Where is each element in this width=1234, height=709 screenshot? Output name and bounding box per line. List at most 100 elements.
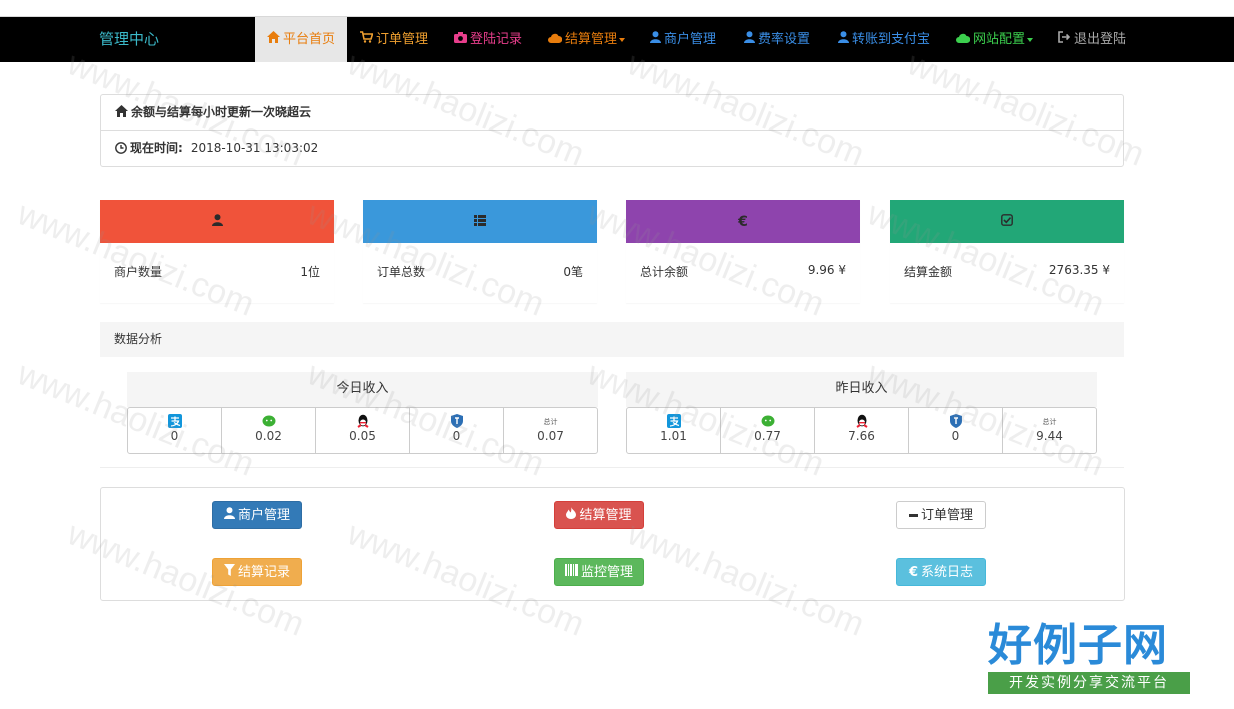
time-label: 现在时间: xyxy=(130,141,183,155)
income-value: 0.02 xyxy=(255,429,282,443)
income-cell-shield: 0 xyxy=(909,408,1003,453)
income-cell-alipay: 1.01 xyxy=(627,408,721,453)
total-label: 总计 xyxy=(543,417,558,426)
chevron-down-icon xyxy=(1027,37,1034,42)
monitor-manage-button[interactable]: 监控管理 xyxy=(554,558,644,586)
nav-item-label: 结算管理 xyxy=(565,32,618,47)
nav-item-label: 费率设置 xyxy=(758,32,811,47)
euro-icon: € xyxy=(908,565,919,580)
stat-card-header xyxy=(100,200,334,243)
clock-icon xyxy=(115,133,127,167)
stat-card-orders: 订单总数 0笔 xyxy=(363,200,597,303)
income-value: 0.05 xyxy=(349,429,376,443)
income-value: 0.77 xyxy=(754,429,781,443)
total-icon: 总计 xyxy=(1003,414,1096,428)
nav-item-label: 订单管理 xyxy=(376,32,429,47)
today-income-cells: 0 0.02 0.05 0 总计 0.07 xyxy=(127,407,598,454)
nav-item-site-config[interactable]: 网站配置 xyxy=(956,17,1034,62)
info-panel: 余额与结算每小时更新一次晓超云 现在时间: 2018-10-31 13:03:02 xyxy=(100,94,1124,167)
home-icon xyxy=(115,96,128,130)
stat-label: 结算金额 xyxy=(904,265,953,279)
nav-item-rate-settings[interactable]: 费率设置 xyxy=(744,17,810,62)
stat-value: 9.96 ¥ xyxy=(807,263,846,277)
cloud-icon xyxy=(956,17,971,62)
button-label: 监控管理 xyxy=(581,565,634,580)
income-cell-total: 总计 9.44 xyxy=(1003,408,1096,453)
stat-card-header: € xyxy=(626,200,860,243)
nav-item-orders[interactable]: 订单管理 xyxy=(360,17,428,62)
minus-icon xyxy=(908,514,918,517)
nav-item-label: 网站配置 xyxy=(973,32,1026,47)
income-value: 0.07 xyxy=(537,429,564,443)
filter-icon xyxy=(223,559,235,587)
income-cell-total: 总计 0.07 xyxy=(504,408,597,453)
list-icon xyxy=(474,214,486,230)
income-cell-wechat: 0.02 xyxy=(222,408,316,453)
nav-item-label: 退出登陆 xyxy=(1074,32,1127,47)
total-icon: 总计 xyxy=(504,414,597,428)
qq-icon xyxy=(316,414,409,428)
logout-icon xyxy=(1058,17,1071,62)
income-value: 1.01 xyxy=(660,429,687,443)
button-label: 系统日志 xyxy=(921,565,974,580)
alipay-icon xyxy=(627,414,720,428)
income-cell-wechat: 0.77 xyxy=(721,408,815,453)
chevron-down-icon xyxy=(619,37,626,42)
time-row: 现在时间: 2018-10-31 13:03:02 xyxy=(101,131,1123,166)
check-icon xyxy=(1001,213,1013,230)
shield-icon xyxy=(410,414,503,428)
merchant-manage-button[interactable]: 商户管理 xyxy=(212,501,302,529)
stat-card-settlement: 结算金额 2763.35 ¥ xyxy=(890,200,1124,303)
nav-item-transfer-alipay[interactable]: 转账到支付宝 xyxy=(838,17,930,62)
yesterday-income-cells: 1.01 0.77 7.66 0 总计 9.44 xyxy=(626,407,1097,454)
barcode-icon xyxy=(565,559,578,587)
section-divider xyxy=(100,467,1124,468)
income-value: 0 xyxy=(951,429,960,443)
nav-item-settlement[interactable]: 结算管理 xyxy=(548,17,626,62)
stat-value: 2763.35 ¥ xyxy=(1048,263,1110,277)
stat-card-merchants: 商户数量 1位 xyxy=(100,200,334,303)
income-value: 7.66 xyxy=(848,429,875,443)
window-top-strip xyxy=(0,0,1234,17)
home-icon xyxy=(266,17,280,62)
nav-item-label: 登陆记录 xyxy=(470,32,523,47)
nav-item-merchants[interactable]: 商户管理 xyxy=(650,17,716,62)
income-value: 0 xyxy=(170,429,179,443)
nav-item-label: 转账到支付宝 xyxy=(852,32,931,47)
income-cell-shield: 0 xyxy=(410,408,504,453)
stat-card-header xyxy=(363,200,597,243)
system-log-button[interactable]: € 系统日志 xyxy=(896,558,986,586)
brand-title[interactable]: 管理中心 xyxy=(99,17,159,62)
quick-actions-panel: 商户管理 结算管理 订单管理 结算记录 监控管理 € 系统日志 xyxy=(100,487,1125,601)
fire-icon xyxy=(566,502,577,530)
stat-label: 商户数量 xyxy=(114,265,163,279)
settlement-records-button[interactable]: 结算记录 xyxy=(212,558,302,586)
cloud-icon xyxy=(548,17,563,62)
nav-item-logout[interactable]: 退出登陆 xyxy=(1058,17,1126,62)
stat-value: 0笔 xyxy=(563,265,583,279)
user-icon xyxy=(744,17,755,62)
nav-item-home[interactable]: 平台首页 xyxy=(255,17,347,62)
user-icon xyxy=(650,17,661,62)
site-logo: 好例子网 开发实例分享交流平台 xyxy=(988,620,1192,702)
stat-label: 总计余额 xyxy=(640,265,689,279)
analysis-section-title: 数据分析 xyxy=(100,322,1124,357)
shield-icon xyxy=(909,414,1002,428)
stat-card-header xyxy=(890,200,1124,243)
notice-text: 余额与结算每小时更新一次晓超云 xyxy=(131,105,312,119)
total-label: 总计 xyxy=(1042,417,1057,426)
nav-item-label: 商户管理 xyxy=(664,32,717,47)
order-manage-button[interactable]: 订单管理 xyxy=(896,501,986,529)
button-label: 商户管理 xyxy=(237,508,290,523)
notice-row: 余额与结算每小时更新一次晓超云 xyxy=(101,95,1123,131)
button-label: 结算记录 xyxy=(237,565,290,580)
income-value: 9.44 xyxy=(1036,429,1063,443)
top-navbar: 管理中心 平台首页 订单管理 登陆记录 结算管理 商户管理 费率设置 转账到支付… xyxy=(0,17,1234,62)
stat-card-balance: € 总计余额 9.96 ¥ xyxy=(626,200,860,303)
yesterday-income-title: 昨日收入 xyxy=(626,372,1097,407)
time-value: 2018-10-31 13:03:02 xyxy=(190,141,319,155)
income-cell-qq: 7.66 xyxy=(815,408,909,453)
settlement-manage-button[interactable]: 结算管理 xyxy=(554,501,644,529)
euro-icon: € xyxy=(738,213,748,230)
nav-item-login-log[interactable]: 登陆记录 xyxy=(454,17,522,62)
